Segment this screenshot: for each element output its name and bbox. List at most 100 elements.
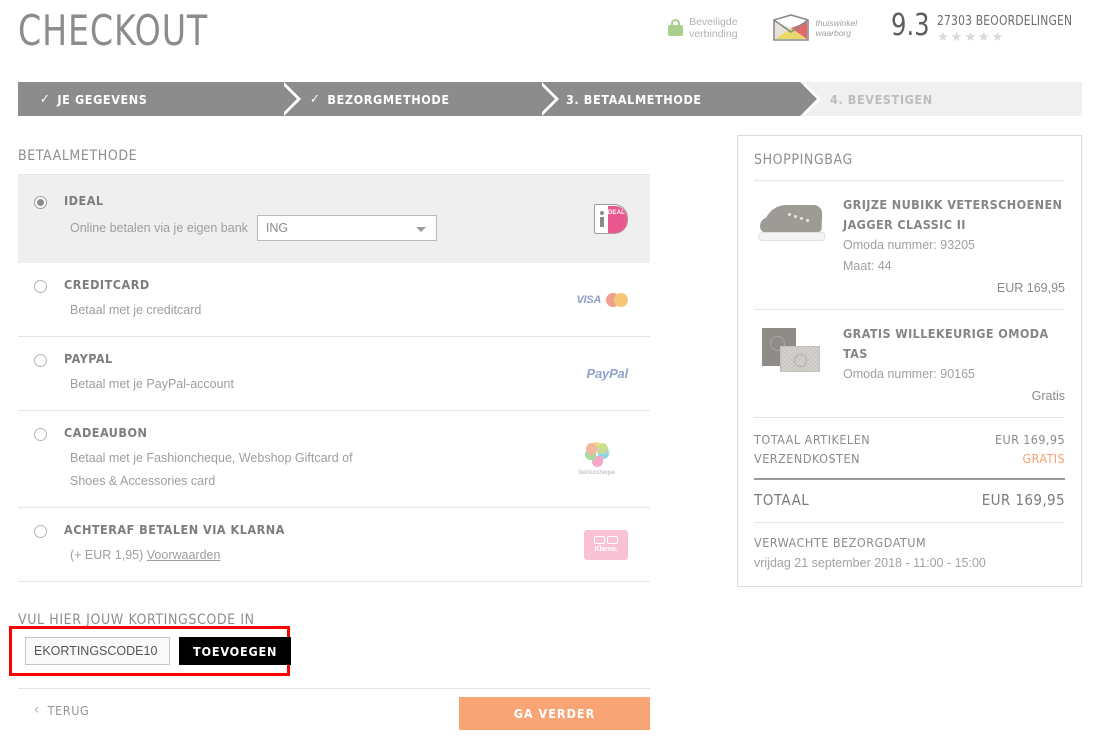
checkout-page: CHECKOUT Beveiligde verbinding thuiswink…: [0, 0, 1100, 742]
thuiswinkel-text: thuiswinkel waarborg: [816, 18, 858, 38]
grand-total-label: TOTAAL: [754, 491, 810, 509]
total-row-shipping: VERZENDKOSTEN GRATIS: [754, 449, 1065, 468]
klarna-terms-link[interactable]: Voorwaarden: [147, 548, 221, 562]
payment-section-title: BETAALMETHODE: [18, 148, 138, 164]
rating-badge: 9.3 27303 BEOORDELINGEN ★★★★★: [891, 8, 1084, 44]
discount-code-input[interactable]: [25, 637, 170, 665]
payment-option-description: Online betalen via je eigen bank: [70, 220, 248, 235]
payment-option-label: CADEAUBON: [64, 425, 148, 440]
rating-score: 9.3: [891, 8, 930, 43]
bag-item-number: Omoda nummer: 90165: [843, 367, 976, 381]
mastercard-icon: [606, 292, 628, 307]
bag-item-size: Maat: 44: [843, 259, 892, 273]
klarna-logo: Klarna.: [584, 529, 628, 560]
envelope-icon: [772, 13, 810, 42]
bag-item: GRATIS WILLEKEURIGE OMODA TAS Omoda numm…: [754, 309, 1065, 417]
visa-mastercard-logo: VISA: [576, 292, 628, 307]
trust-badges: Beveiligde verbinding thuiswinkel waarbo…: [668, 8, 1084, 44]
klarna-logo-text: Klarna.: [594, 546, 618, 553]
radio-cadeaubon[interactable]: [34, 428, 47, 441]
page-header: CHECKOUT Beveiligde verbinding thuiswink…: [0, 0, 1100, 70]
radio-ideal[interactable]: [34, 196, 47, 209]
delivery-section: VERWACHTE BEZORGDATUM vrijdag 21 septemb…: [754, 522, 1065, 586]
total-label: TOTAAL ARTIKELEN: [754, 432, 871, 447]
back-label: TERUG: [47, 702, 90, 718]
step-label: JE GEGEVENS: [57, 91, 148, 107]
total-label: VERZENDKOSTEN: [754, 451, 861, 466]
bank-select[interactable]: ING: [256, 215, 437, 241]
step-bezorgmethode[interactable]: ✓ BEZORGMETHODE: [280, 82, 559, 116]
fashioncheque-logo: shoes fashioncheque: [566, 440, 628, 476]
divider: [18, 688, 650, 689]
payment-option-ideal[interactable]: IDEAL Online betalen via je eigen bank I…: [18, 175, 650, 263]
thuiswinkel-waarborg-badge: thuiswinkel waarborg: [772, 13, 858, 42]
step-je-gegevens[interactable]: ✓ JE GEGEVENS: [18, 82, 301, 116]
grand-total-row: TOTAAL EUR 169,95: [754, 478, 1065, 522]
bag-item-name: GRIJZE NUBIKK VETERSCHOENEN JAGGER CLASS…: [843, 197, 1063, 232]
step-betaalmethode[interactable]: 3. BETAALMETHODE: [538, 82, 821, 116]
payment-option-label: ACHTERAF BETALEN VIA KLARNA: [64, 522, 285, 537]
add-discount-button[interactable]: TOEVOEGEN: [179, 637, 292, 665]
bag-item-price: Gratis: [1031, 389, 1065, 403]
bag-thumbnail: [754, 324, 829, 382]
paypal-logo: PayPal: [586, 365, 629, 383]
total-value: GRATIS: [1022, 451, 1065, 466]
grand-total-value: EUR 169,95: [981, 491, 1065, 509]
step-label: 4. BEVESTIGEN: [830, 91, 933, 107]
bag-item: GRIJZE NUBIKK VETERSCHOENEN JAGGER CLASS…: [754, 180, 1065, 309]
payment-option-label: CREDITCARD: [64, 277, 150, 292]
bag-item-number: Omoda nummer: 93205: [843, 238, 976, 252]
thuiswinkel-line-1: thuiswinkel: [815, 17, 858, 28]
chevron-down-icon: [415, 227, 426, 232]
step-bevestigen: 4. BEVESTIGEN: [800, 82, 1082, 116]
payment-option-label: PAYPAL: [64, 351, 113, 366]
bank-select-value: ING: [265, 220, 289, 235]
step-label: 3. BETAALMETHODE: [566, 91, 702, 107]
paypal-icon: PayPal: [586, 365, 629, 381]
rating-count: 27303 BEOORDELINGEN: [937, 14, 1073, 29]
step-label: BEZORGMETHODE: [327, 91, 450, 107]
continue-button[interactable]: GA VERDER: [459, 697, 650, 730]
shoppingbag-title: SHOPPINGBAG: [754, 152, 853, 168]
payment-method-list: IDEAL Online betalen via je eigen bank I…: [18, 174, 650, 582]
ideal-logo: iDEAL: [594, 204, 628, 234]
secure-connection-text: Beveiligde verbinding: [689, 16, 737, 40]
flower-icon: shoes: [583, 440, 611, 468]
shoppingbag-panel: SHOPPINGBAG GRIJZE NUBIKK VETERSCHOENEN …: [737, 135, 1082, 587]
discount-code-highlight: TOEVOEGEN: [9, 626, 292, 676]
radio-creditcard[interactable]: [34, 280, 47, 293]
payment-option-description: Betaal met je creditcard: [70, 303, 202, 317]
page-title: CHECKOUT: [18, 6, 209, 55]
payment-option-description: (+ EUR 1,95): [70, 548, 147, 562]
radio-klarna[interactable]: [34, 525, 47, 538]
visa-icon: VISA: [576, 293, 602, 306]
payment-option-label: IDEAL: [64, 193, 104, 208]
secure-line-1: Beveiligde: [689, 15, 738, 28]
bag-item-name: GRATIS WILLEKEURIGE OMODA TAS: [843, 326, 1049, 361]
rating-stars: ★★★★★: [937, 29, 1006, 44]
shoe-thumbnail: [754, 195, 829, 253]
payment-option-creditcard[interactable]: CREDITCARD Betaal met je creditcard VISA: [18, 263, 650, 337]
delivery-date: vrijdag 21 september 2018 - 11:00 - 15:0…: [754, 556, 986, 570]
check-icon: ✓: [310, 91, 321, 107]
payment-section: BETAALMETHODE IDEAL Online betalen via j…: [18, 148, 650, 582]
totals-section: TOTAAL ARTIKELEN EUR 169,95 VERZENDKOSTE…: [754, 417, 1065, 522]
payment-option-description: Betaal met je Fashioncheque, Webshop Gif…: [70, 451, 353, 488]
chevron-left-icon: ‹: [34, 702, 40, 718]
checkout-steps: ✓ JE GEGEVENS ✓ BEZORGMETHODE 3. BETAALM…: [18, 82, 1082, 116]
bag-item-price: EUR 169,95: [996, 281, 1065, 295]
payment-option-klarna[interactable]: ACHTERAF BETALEN VIA KLARNA (+ EUR 1,95)…: [18, 508, 650, 582]
payment-option-cadeaubon[interactable]: CADEAUBON Betaal met je Fashioncheque, W…: [18, 411, 650, 508]
glasses-icon: [594, 536, 618, 544]
fashioncheque-text: fashioncheque: [578, 470, 616, 476]
payment-option-paypal[interactable]: PAYPAL Betaal met je PayPal-account PayP…: [18, 337, 650, 411]
total-value: EUR 169,95: [994, 432, 1065, 447]
thuiswinkel-line-2: waarborg: [815, 27, 851, 38]
check-icon: ✓: [40, 91, 51, 107]
total-row-articles: TOTAAL ARTIKELEN EUR 169,95: [754, 430, 1065, 449]
radio-paypal[interactable]: [34, 354, 47, 367]
lock-icon: [668, 19, 684, 36]
delivery-title: VERWACHTE BEZORGDATUM: [754, 535, 927, 550]
secure-connection-badge: Beveiligde verbinding: [668, 16, 738, 40]
back-link[interactable]: ‹ TERUG: [34, 702, 89, 718]
